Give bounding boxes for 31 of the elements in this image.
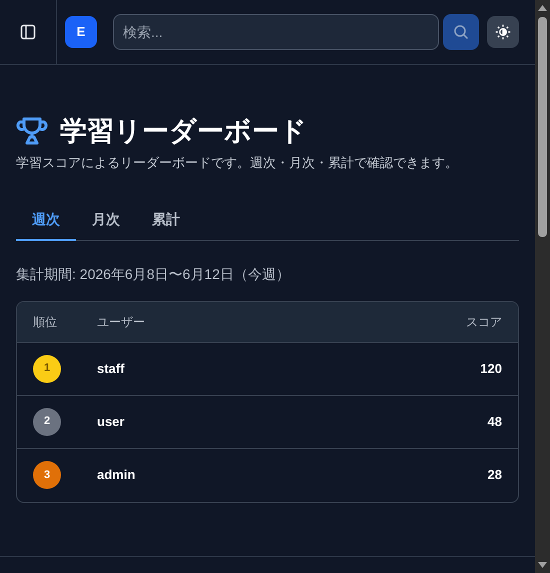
scroll-up-icon[interactable] [538,5,547,11]
scrollbar[interactable] [535,0,550,573]
column-header: 順位 [33,314,58,330]
app-logo[interactable]: E [65,16,97,48]
tab[interactable]: 累計 [136,200,196,240]
search-field[interactable]: 検索... [113,14,439,50]
rank-badge: 3 [33,461,61,489]
tab[interactable]: 週次 [16,200,76,240]
rank-badge: 2 [33,408,61,436]
period-text: 集計期間: 2026年6月8日〜6月12日（今週） [16,264,291,284]
tab[interactable]: 月次 [76,200,136,240]
column-header: ユーザー [97,314,146,330]
search-button[interactable] [443,14,479,50]
trophy-icon [16,116,48,146]
rank-badge: 1 [33,354,61,382]
search-icon [453,24,469,40]
user-name: admin [97,466,136,484]
column-header: スコア [465,314,502,330]
page-title: 学習リーダーボード [60,115,307,148]
scrollbar-thumb[interactable] [538,17,547,237]
sidebar-icon [20,24,36,40]
score: 120 [479,360,502,378]
sun-icon [495,24,511,40]
scroll-down-icon[interactable] [538,562,547,568]
sidebar-toggle-button[interactable] [18,22,38,42]
user-name: staff [97,360,126,378]
theme-toggle-button[interactable] [487,16,519,48]
score: 48 [486,412,502,431]
user-name: user [97,412,126,431]
score: 28 [486,466,502,484]
page-description: 学習スコアによるリーダーボードです。週次・月次・累計で確認できます。 [16,154,459,172]
